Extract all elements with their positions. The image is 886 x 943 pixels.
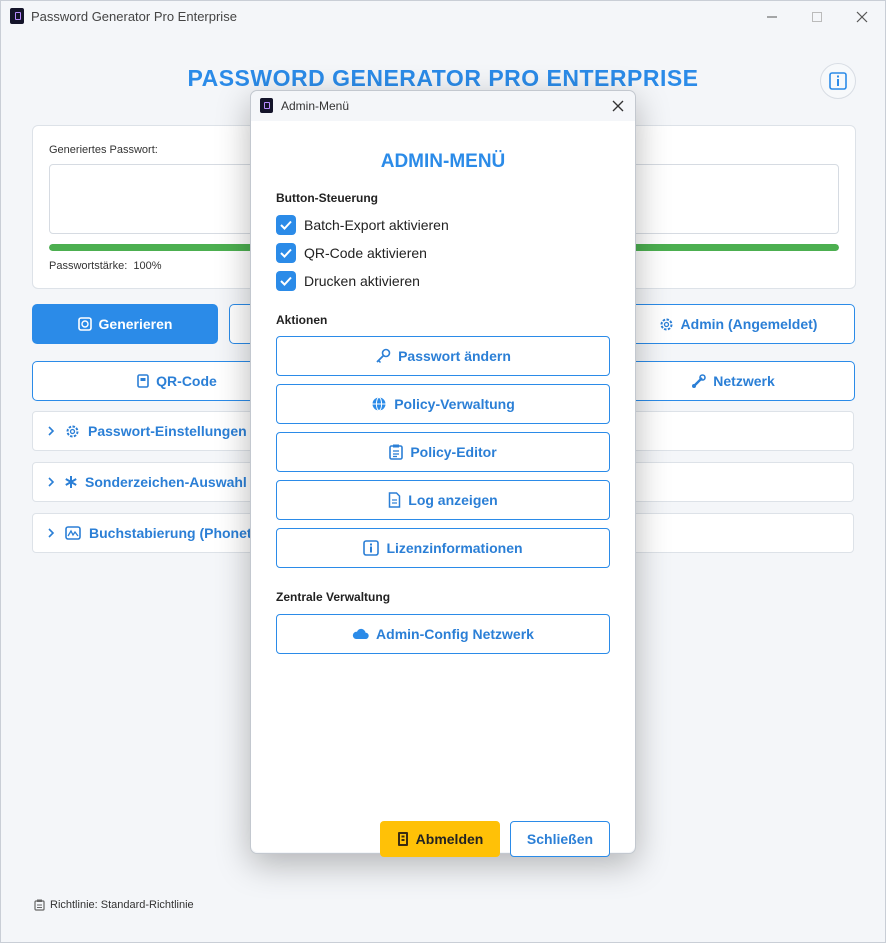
info-icon: [829, 72, 847, 90]
document-icon: [389, 492, 401, 508]
strength-value: 100%: [133, 260, 162, 272]
dialog-close-button[interactable]: [609, 97, 627, 115]
checkbox-checked-icon[interactable]: [276, 243, 296, 263]
clipboard-icon: [34, 899, 45, 911]
maximize-button[interactable]: [802, 5, 832, 29]
refresh-icon: [77, 317, 92, 331]
cloud-icon: [352, 628, 369, 639]
close-label: Schließen: [526, 831, 594, 847]
action-label: Policy-Verwaltung: [394, 396, 515, 412]
action-label: Passwort ändern: [398, 348, 511, 364]
close-icon: [856, 11, 868, 23]
wrench-icon: [692, 373, 707, 388]
button-control-label: Button-Steuerung: [276, 191, 378, 205]
minimize-icon: [767, 16, 777, 18]
checkbox-label: Batch-Export aktivieren: [304, 217, 449, 233]
license-info-button[interactable]: Lizenzinformationen: [276, 528, 610, 568]
expander-label: Buchstabierung (Phonetis: [89, 525, 264, 541]
checkbox-batch-export[interactable]: Batch-Export aktivieren: [276, 215, 449, 235]
checkbox-checked-icon[interactable]: [276, 215, 296, 235]
door-icon: [397, 832, 408, 846]
checkbox-print[interactable]: Drucken aktivieren: [276, 271, 420, 291]
dialog-title-bar: Admin-Menü: [251, 91, 635, 121]
app-heading: PASSWORD GENERATOR PRO ENTERPRISE: [187, 65, 699, 91]
generate-label: Generieren: [98, 316, 173, 332]
chevron-right-icon: [45, 474, 57, 490]
logout-label: Abmelden: [415, 831, 484, 847]
action-label: Lizenzinformationen: [386, 540, 523, 556]
admin-dialog: Admin-Menü ADMIN-MENÜ Button-Steuerung B…: [250, 90, 636, 857]
gear-icon: [66, 425, 79, 437]
close-window-button[interactable]: [847, 5, 877, 29]
network-label: Netzwerk: [713, 373, 775, 389]
dialog-title: Admin-Menü: [281, 99, 350, 113]
app-logo-icon: [10, 8, 24, 24]
globe-icon: [372, 397, 386, 411]
show-log-button[interactable]: Log anzeigen: [276, 480, 610, 520]
checkbox-checked-icon[interactable]: [276, 271, 296, 291]
chevron-right-icon: [45, 423, 57, 439]
password-label: Generiertes Passwort:: [49, 144, 158, 156]
action-label: Policy-Editor: [410, 444, 497, 460]
info-icon: [363, 540, 380, 556]
key-icon: [376, 348, 391, 364]
window-title: Password Generator Pro Enterprise: [31, 9, 237, 24]
action-label: Admin-Config Netzwerk: [376, 626, 534, 642]
asterisk-icon: [65, 476, 77, 488]
dialog-body: ADMIN-MENÜ Button-Steuerung Batch-Export…: [251, 121, 635, 857]
strength-text: Passwortstärke: 100%: [49, 260, 162, 272]
minimize-button[interactable]: [757, 5, 787, 29]
chevron-right-icon: [45, 525, 57, 541]
admin-button[interactable]: Admin (Angemeldet): [621, 304, 855, 344]
checkbox-qr-code[interactable]: QR-Code aktivieren: [276, 243, 427, 263]
title-bar: Password Generator Pro Enterprise: [1, 1, 885, 33]
app-logo-icon: [260, 98, 273, 113]
action-label: Log anzeigen: [408, 492, 498, 508]
change-password-button[interactable]: Passwort ändern: [276, 336, 610, 376]
policy-status: Richtlinie: Standard-Richtlinie: [50, 899, 194, 911]
checkbox-label: Drucken aktivieren: [304, 273, 420, 289]
qr-code-label: QR-Code: [156, 373, 217, 389]
policy-management-button[interactable]: Policy-Verwaltung: [276, 384, 610, 424]
admin-config-network-button[interactable]: Admin-Config Netzwerk: [276, 614, 610, 654]
policy-editor-button[interactable]: Policy-Editor: [276, 432, 610, 472]
strength-label: Passwortstärke:: [49, 260, 128, 272]
actions-label: Aktionen: [276, 313, 328, 327]
qr-phone-icon: [137, 374, 149, 388]
logout-button[interactable]: Abmelden: [380, 821, 500, 857]
network-button[interactable]: Netzwerk: [611, 361, 855, 401]
maximize-icon: [812, 12, 822, 22]
dialog-heading: ADMIN-MENÜ: [380, 151, 506, 172]
clipboard-icon: [389, 444, 404, 460]
expander-label: Passwort-Einstellungen: [88, 423, 247, 439]
close-dialog-button[interactable]: Schließen: [510, 821, 610, 857]
gear-icon: [660, 318, 673, 330]
abc-icon: [65, 526, 81, 540]
admin-label: Admin (Angemeldet): [680, 316, 818, 332]
central-management-label: Zentrale Verwaltung: [276, 590, 391, 604]
status-bar: Richtlinie: Standard-Richtlinie: [34, 899, 194, 911]
info-button[interactable]: [820, 63, 856, 99]
generate-button[interactable]: Generieren: [32, 304, 218, 344]
expander-label: Sonderzeichen-Auswahl: [85, 474, 247, 490]
close-icon: [612, 100, 624, 112]
checkbox-label: QR-Code aktivieren: [304, 245, 427, 261]
